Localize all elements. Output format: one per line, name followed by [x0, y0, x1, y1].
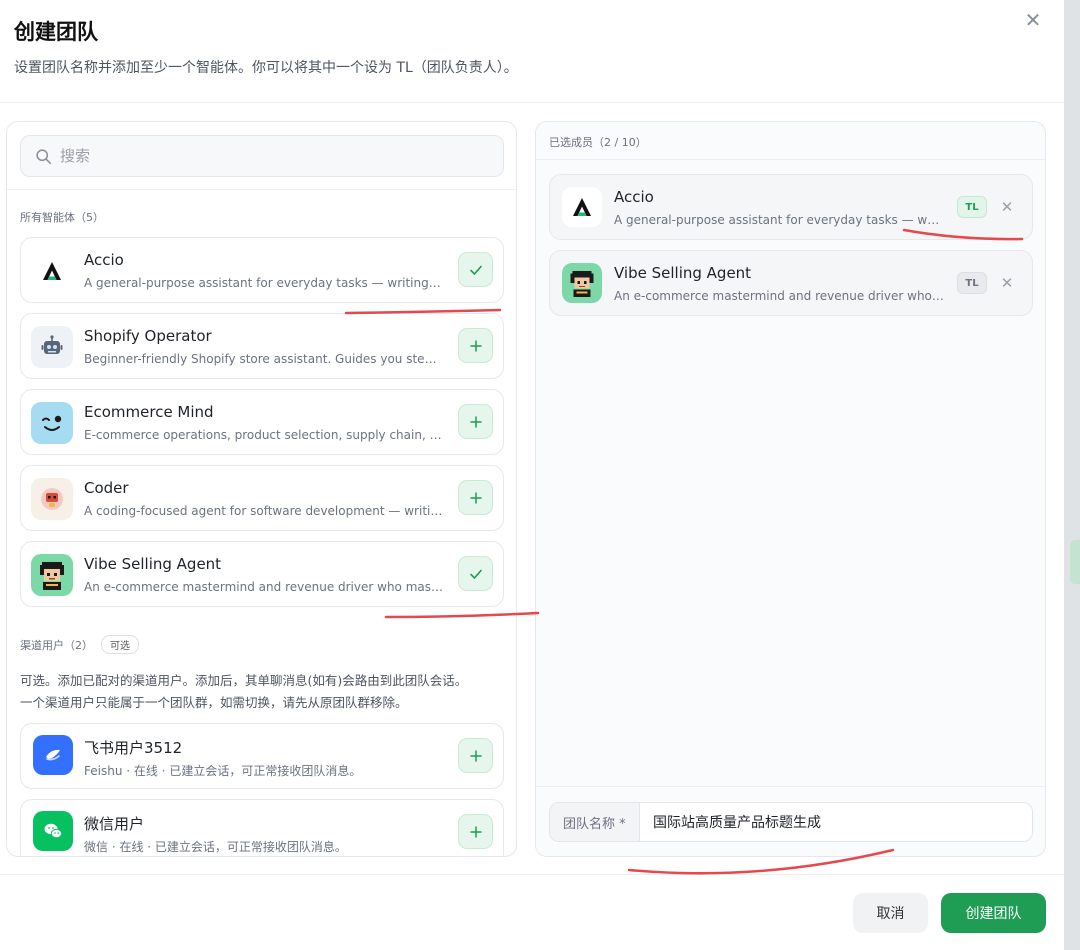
wink-face-icon	[31, 402, 73, 444]
plus-icon	[469, 825, 482, 838]
plus-icon	[469, 491, 482, 504]
agent-card-shopify-operator[interactable]: Shopify Operator Beginner-friendly Shopi…	[20, 313, 504, 379]
channel-desc-line: 可选。添加已配对的渠道用户。添加后，其单聊消息(如有)会路由到此团队会话。	[20, 673, 468, 688]
plus-icon	[469, 749, 482, 762]
pixel-avatar-icon	[562, 263, 602, 303]
channel-add-button[interactable]	[458, 814, 493, 849]
close-icon[interactable]: ✕	[1020, 8, 1046, 34]
agent-name: Ecommerce Mind	[84, 403, 214, 421]
create-team-button[interactable]: 创建团队	[941, 893, 1046, 933]
agent-picker-panel: 所有智能体（5） Accio A general-purpose assista…	[6, 121, 517, 857]
channel-card-wechat[interactable]: 微信用户 微信 · 在线 · 已建立会话，可正常接收团队消息。	[20, 799, 504, 856]
agent-card-accio[interactable]: Accio A general-purpose assistant for ev…	[20, 237, 504, 303]
member-desc: An e-commerce mastermind and revenue dri…	[614, 289, 944, 303]
background-accent	[1070, 540, 1080, 584]
coder-avatar-icon	[31, 478, 73, 520]
agent-name: Shopify Operator	[84, 327, 212, 345]
set-tl-button[interactable]: TL	[957, 196, 987, 218]
remove-member-icon[interactable]: ✕	[996, 196, 1018, 218]
member-desc: A general-purpose assistant for everyday…	[614, 213, 944, 227]
team-name-label: 团队名称 *	[550, 803, 640, 841]
feishu-icon	[33, 735, 73, 775]
divider	[536, 159, 1045, 160]
plus-icon	[469, 415, 482, 428]
background-edge	[1064, 0, 1080, 950]
selected-members-panel: 已选成员（2 / 10） Accio A general-purpose ass…	[535, 121, 1046, 857]
members-section-label: 已选成员（2 / 10）	[549, 136, 647, 149]
channel-desc-line: 一个渠道用户只能属于一个团队群，如需切换，请先从原团队群移除。	[20, 695, 408, 710]
channel-name: 微信用户	[84, 815, 145, 833]
remove-member-icon[interactable]: ✕	[996, 272, 1018, 294]
divider	[536, 786, 1045, 787]
channel-desc: 可选。添加已配对的渠道用户。添加后，其单聊消息(如有)会路由到此团队会话。 一个…	[20, 670, 510, 714]
agent-desc: A coding-focused agent for software deve…	[84, 504, 444, 518]
check-icon	[469, 569, 482, 579]
wechat-icon	[33, 811, 73, 851]
team-name-input[interactable]	[640, 803, 1032, 841]
agent-desc: Beginner-friendly Shopify store assistan…	[84, 352, 444, 366]
channel-name: 飞书用户3512	[84, 739, 183, 757]
member-name: Accio	[614, 188, 654, 206]
agent-selected-button[interactable]	[458, 252, 493, 287]
search-icon	[36, 148, 52, 164]
divider	[0, 874, 1064, 875]
accio-logo-icon	[31, 250, 73, 292]
cancel-button[interactable]: 取消	[853, 893, 928, 933]
member-name: Vibe Selling Agent	[614, 264, 752, 282]
channel-section-title: 渠道用户（2）	[20, 638, 93, 652]
plus-icon	[469, 339, 482, 352]
channel-section-label: 渠道用户（2） 可选	[20, 635, 139, 654]
search-input[interactable]	[60, 147, 480, 165]
create-team-dialog: ✕ 创建团队 设置团队名称并添加至少一个智能体。你可以将其中一个设为 TL（团队…	[0, 0, 1064, 950]
agent-card-vibe-selling-agent[interactable]: Vibe Selling Agent An e-commerce masterm…	[20, 541, 504, 607]
set-tl-button[interactable]: TL	[957, 272, 987, 294]
divider	[0, 102, 1064, 103]
channel-add-button[interactable]	[458, 738, 493, 773]
agent-name: Accio	[84, 251, 124, 269]
robot-icon	[31, 326, 73, 368]
agent-add-button[interactable]	[458, 404, 493, 439]
agent-add-button[interactable]	[458, 480, 493, 515]
channel-desc: 微信 · 在线 · 已建立会话，可正常接收团队消息。	[84, 840, 347, 854]
channel-card-feishu[interactable]: 飞书用户3512 Feishu · 在线 · 已建立会话，可正常接收团队消息。	[20, 723, 504, 789]
member-card-vibe-selling-agent: Vibe Selling Agent An e-commerce masterm…	[549, 250, 1033, 316]
agents-section-label: 所有智能体（5）	[20, 211, 104, 224]
optional-chip: 可选	[101, 635, 139, 654]
dialog-title: 创建团队	[14, 20, 98, 44]
team-name-field: 团队名称 *	[549, 802, 1033, 842]
agent-selected-button[interactable]	[458, 556, 493, 591]
search-box[interactable]	[20, 135, 504, 177]
agent-desc: E-commerce operations, product selection…	[84, 428, 444, 442]
agent-card-coder[interactable]: Coder A coding-focused agent for softwar…	[20, 465, 504, 531]
accio-logo-icon	[562, 187, 602, 227]
dialog-subtitle: 设置团队名称并添加至少一个智能体。你可以将其中一个设为 TL（团队负责人）。	[14, 60, 518, 76]
agent-desc: A general-purpose assistant for everyday…	[84, 276, 444, 290]
divider	[7, 189, 516, 190]
agent-name: Coder	[84, 479, 129, 497]
agent-add-button[interactable]	[458, 328, 493, 363]
check-icon	[469, 265, 482, 275]
member-card-accio: Accio A general-purpose assistant for ev…	[549, 174, 1033, 240]
agent-card-ecommerce-mind[interactable]: Ecommerce Mind E-commerce operations, pr…	[20, 389, 504, 455]
pixel-avatar-icon	[31, 554, 73, 596]
agent-desc: An e-commerce mastermind and revenue dri…	[84, 580, 444, 594]
channel-desc: Feishu · 在线 · 已建立会话，可正常接收团队消息。	[84, 764, 362, 778]
agent-name: Vibe Selling Agent	[84, 555, 222, 573]
